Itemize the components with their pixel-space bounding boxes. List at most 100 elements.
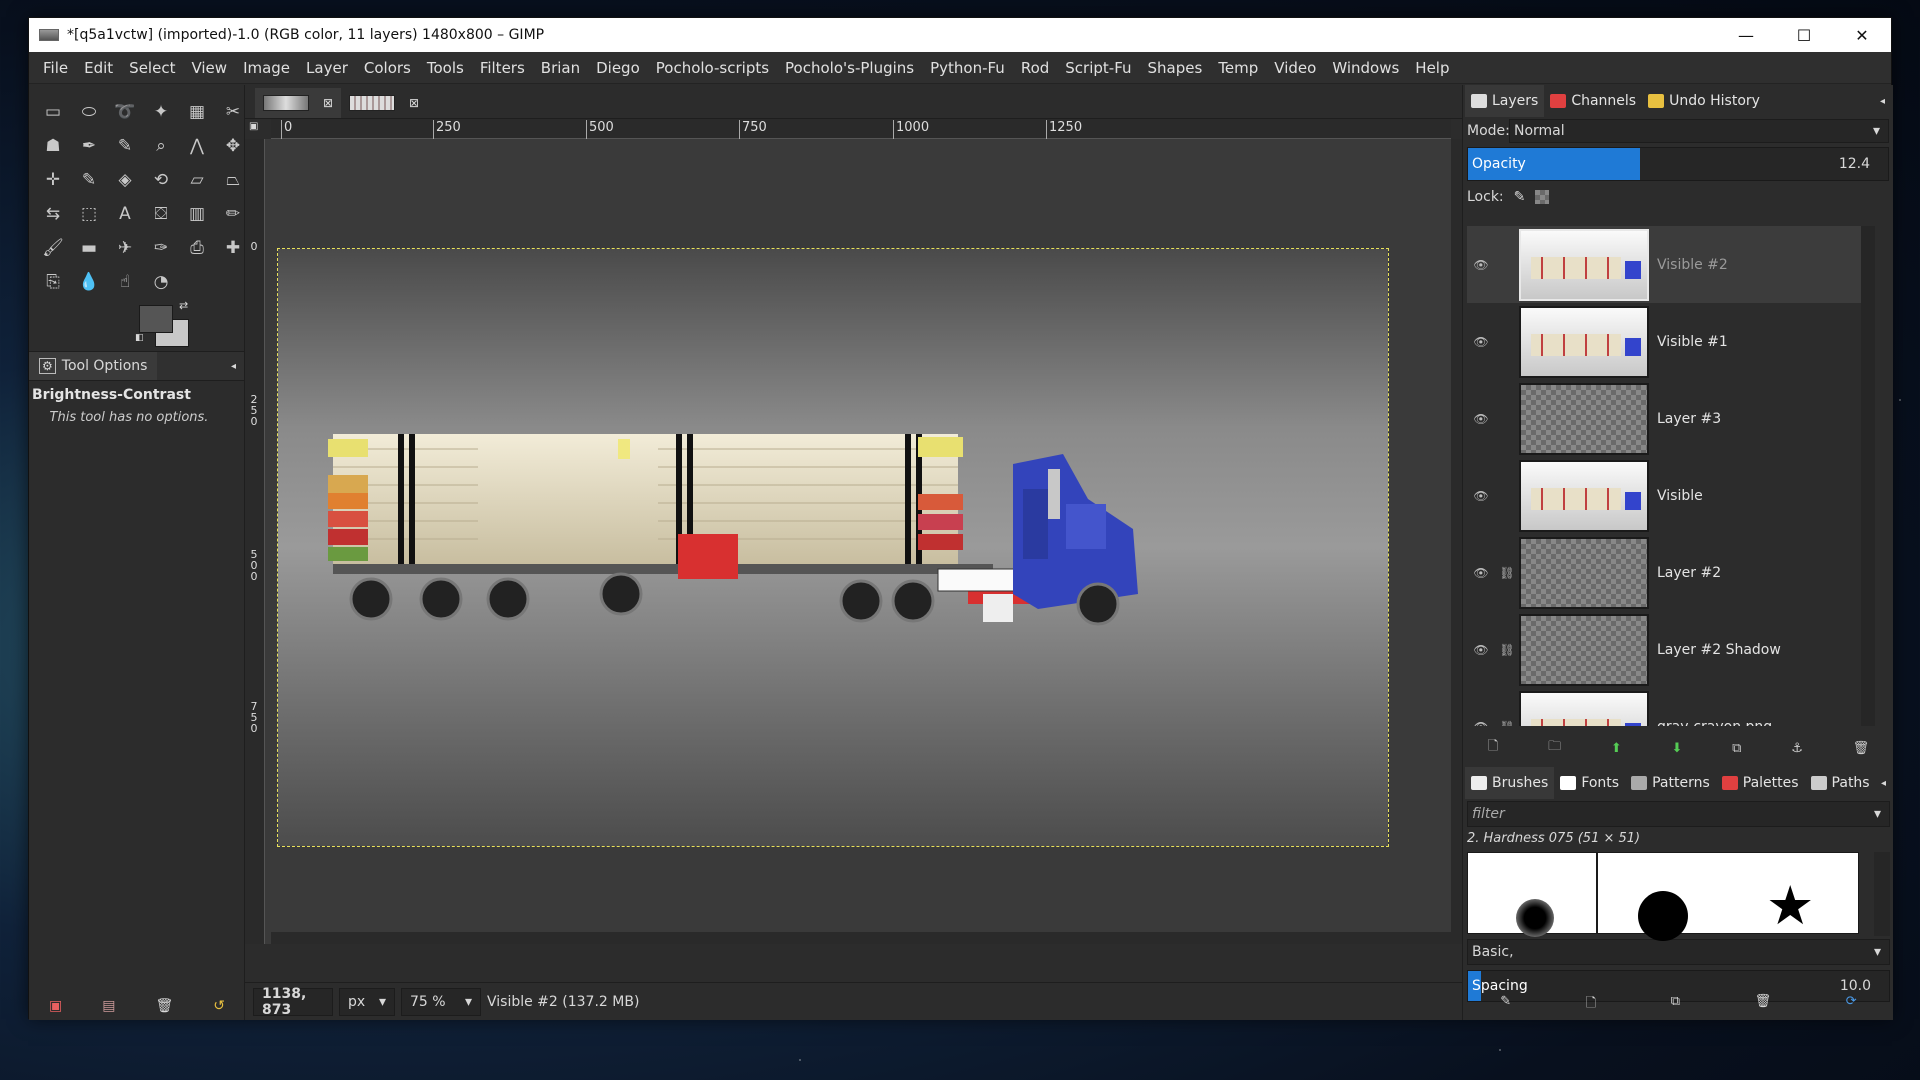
horizontal-scrollbar[interactable] — [271, 932, 1451, 944]
swap-colors-icon[interactable]: ⇄ — [179, 299, 188, 312]
paintbrush-icon[interactable]: 🖌 — [35, 231, 71, 265]
reset-options-icon[interactable]: ↺ — [213, 998, 225, 1014]
new-group-icon[interactable]: 🗀 — [1548, 737, 1561, 759]
layer-thumbnail[interactable] — [1519, 613, 1649, 686]
tab-paths[interactable]: Paths — [1805, 767, 1876, 799]
menu-pocholo-s-plugins[interactable]: Pocholo's-Plugins — [777, 59, 922, 77]
chain-link-icon[interactable]: ⛓ — [1495, 720, 1519, 727]
panel-menu-icon[interactable]: ◂ — [1881, 778, 1886, 789]
layer-name[interactable]: Visible #2 — [1649, 257, 1728, 273]
visibility-eye-icon[interactable]: 👁 — [1467, 489, 1495, 503]
vertical-ruler[interactable]: 0 250 500 750 — [245, 139, 265, 944]
foreground-color-swatch[interactable] — [139, 305, 173, 333]
refresh-brushes-icon[interactable]: ⟳ — [1846, 994, 1857, 1016]
menu-video[interactable]: Video — [1266, 59, 1324, 77]
brush-grid[interactable]: ★ — [1467, 852, 1890, 941]
menu-colors[interactable]: Colors — [356, 59, 419, 77]
maximize-button[interactable]: ☐ — [1775, 18, 1833, 52]
align-icon[interactable]: ✛ — [35, 163, 71, 197]
layer-thumbnail[interactable] — [1519, 459, 1649, 532]
lock-alpha-icon[interactable] — [1535, 190, 1550, 204]
tab-brushes[interactable]: Brushes — [1465, 767, 1555, 799]
perspective-clone-icon[interactable]: ⎘ — [35, 265, 71, 299]
mode-select[interactable]: Normal ▾ — [1509, 119, 1889, 143]
visibility-eye-icon[interactable]: 👁 — [1467, 335, 1495, 349]
horizontal-ruler[interactable]: 0 250 500 750 1000 1250 — [271, 119, 1451, 139]
tab-channels[interactable]: Channels — [1544, 85, 1642, 117]
panel-menu-icon[interactable]: ◂ — [1880, 96, 1885, 107]
measure-icon[interactable]: ⋀ — [179, 129, 215, 163]
delete-brush-icon[interactable]: 🗑 — [1755, 994, 1772, 1016]
text-icon[interactable]: A — [107, 197, 143, 231]
menu-image[interactable]: Image — [235, 59, 298, 77]
zoom-select[interactable]: 75 % ▾ — [401, 987, 481, 1016]
layer-thumbnail[interactable] — [1519, 305, 1649, 378]
image-tab-2[interactable]: ⊠ — [341, 88, 427, 118]
cage-icon[interactable]: ⬚ — [71, 197, 107, 231]
layer-row[interactable]: 👁 Visible #2 — [1467, 226, 1875, 303]
layer-row[interactable]: 👁 Visible — [1467, 457, 1875, 534]
layer-name[interactable]: Layer #2 — [1649, 565, 1721, 581]
menu-diego[interactable]: Diego — [588, 59, 648, 77]
layer-name[interactable]: Visible — [1649, 488, 1703, 504]
minimize-button[interactable]: — — [1717, 18, 1775, 52]
duplicate-brush-icon[interactable]: ⧉ — [1671, 994, 1680, 1016]
brush-filter-input[interactable]: filter ▾ — [1467, 801, 1890, 827]
menu-filters[interactable]: Filters — [472, 59, 533, 77]
tab-palettes[interactable]: Palettes — [1716, 767, 1805, 799]
canvas-viewport[interactable] — [265, 139, 1451, 944]
color-picker-icon[interactable]: ✎ — [107, 129, 143, 163]
layer-thumbnail[interactable] — [1519, 228, 1649, 301]
restore-options-icon[interactable]: ▤ — [102, 998, 115, 1014]
duplicate-layer-icon[interactable]: ⧉ — [1732, 741, 1741, 756]
menu-file[interactable]: File — [35, 59, 76, 77]
menu-pocholo-scripts[interactable]: Pocholo-scripts — [648, 59, 777, 77]
menu-temp[interactable]: Temp — [1210, 59, 1266, 77]
flip-icon[interactable]: ⇆ — [35, 197, 71, 231]
gradient-icon[interactable]: ▥ — [179, 197, 215, 231]
panel-menu-icon[interactable]: ◂ — [231, 361, 236, 372]
menu-python-fu[interactable]: Python-Fu — [922, 59, 1013, 77]
menu-brian[interactable]: Brian — [533, 59, 588, 77]
smudge-icon[interactable]: ☝ — [107, 265, 143, 299]
layer-row[interactable]: 👁 ⛓ Layer #2 — [1467, 534, 1875, 611]
tab-tool-options[interactable]: ⚙ Tool Options — [29, 352, 158, 380]
eraser-icon[interactable]: ▬ — [71, 231, 107, 265]
brush-tag-select[interactable]: Basic, ▾ — [1467, 939, 1890, 965]
layer-name[interactable]: Layer #2 Shadow — [1649, 642, 1781, 658]
tab-patterns[interactable]: Patterns — [1625, 767, 1716, 799]
ink-icon[interactable]: ✑ — [143, 231, 179, 265]
chain-link-icon[interactable]: ⛓ — [1495, 643, 1519, 657]
menu-shapes[interactable]: Shapes — [1140, 59, 1211, 77]
close-tab-icon[interactable]: ⊠ — [323, 96, 333, 110]
free-select-icon[interactable]: ➰ — [107, 95, 143, 129]
foreground-select-icon[interactable]: ☗ — [35, 129, 71, 163]
opacity-slider[interactable]: Opacity 12.4 — [1467, 147, 1889, 181]
crop-icon[interactable]: ✎ — [71, 163, 107, 197]
visibility-eye-icon[interactable]: 👁 — [1467, 258, 1495, 272]
paths-icon[interactable]: ✒ — [71, 129, 107, 163]
new-brush-icon[interactable]: 🗋 — [1586, 994, 1596, 1016]
layer-row[interactable]: 👁 Visible #1 — [1467, 303, 1875, 380]
chain-link-icon[interactable]: ⛓ — [1495, 566, 1519, 580]
layer-row[interactable]: 👁 ⛓ Layer #2 Shadow — [1467, 611, 1875, 688]
layer-row[interactable]: 👁⛓ gray-crayon.png — [1467, 688, 1875, 726]
layer-thumbnail[interactable] — [1519, 536, 1649, 609]
layer-thumbnail[interactable] — [1519, 690, 1649, 726]
visibility-eye-icon[interactable]: 👁 — [1467, 643, 1495, 657]
image-tab-1[interactable]: ⊠ — [255, 88, 341, 118]
lock-pixels-icon[interactable]: ✎ — [1514, 189, 1526, 205]
save-options-icon[interactable]: ▣ — [49, 998, 62, 1014]
brush-soft-circle[interactable] — [1467, 852, 1597, 937]
canvas-image[interactable] — [277, 248, 1389, 847]
fuzzy-select-icon[interactable]: ✦ — [143, 95, 179, 129]
lower-layer-icon[interactable]: ⬇ — [1672, 741, 1683, 756]
visibility-eye-icon[interactable]: 👁 — [1467, 566, 1495, 580]
menu-help[interactable]: Help — [1407, 59, 1457, 77]
dodge-burn-icon[interactable]: ◔ — [143, 265, 179, 299]
anchor-layer-icon[interactable]: ⚓ — [1791, 741, 1803, 756]
tab-layers[interactable]: Layers — [1465, 85, 1545, 117]
zoom-icon[interactable]: ⌕ — [143, 129, 179, 163]
blur-icon[interactable]: 💧 — [71, 265, 107, 299]
brush-scrollbar[interactable] — [1874, 852, 1890, 936]
